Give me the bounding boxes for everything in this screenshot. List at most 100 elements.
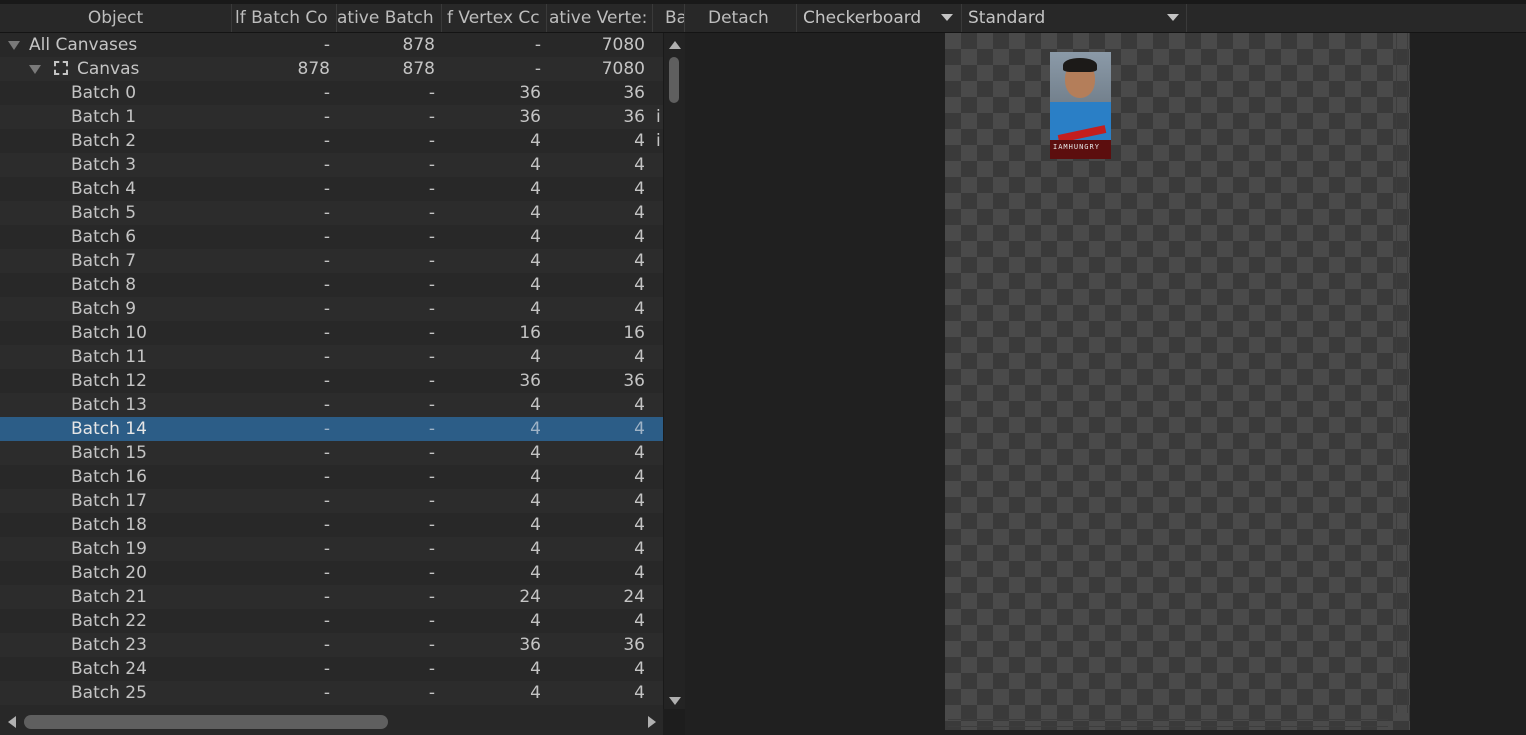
- column-header-self-vertex-count[interactable]: f Vertex Cc: [442, 4, 547, 32]
- row-name: Batch 14: [71, 419, 147, 439]
- batch-clip-value: [656, 225, 663, 249]
- tree-vertical-scrollbar[interactable]: [663, 33, 685, 709]
- self-vertex-count: 4: [530, 659, 541, 679]
- preview-horizontal-scrollbar[interactable]: [948, 719, 1388, 727]
- batch-clip-value: [656, 249, 663, 273]
- tree-row-batch[interactable]: Batch 10 - - 16 16: [0, 321, 663, 345]
- cumulative-vertex-count: 4: [634, 491, 645, 511]
- tree-row-batch[interactable]: Batch 25 - - 4 4: [0, 681, 663, 705]
- cumulative-vertex-count: 36: [623, 107, 645, 127]
- batch-clip-value: [656, 489, 663, 513]
- column-header-cumulative-batch-count[interactable]: ative Batch: [337, 4, 442, 32]
- tree-row-batch[interactable]: Batch 19 - - 4 4: [0, 537, 663, 561]
- row-name: Batch 24: [71, 659, 147, 679]
- cumulative-batch-count: -: [428, 323, 435, 343]
- cumulative-batch-count: -: [428, 371, 435, 391]
- foldout-expanded-icon[interactable]: [29, 65, 41, 74]
- tree-row-batch[interactable]: Batch 1 - - 36 36 i: [0, 105, 663, 129]
- tree-row-batch[interactable]: Batch 3 - - 4 4: [0, 153, 663, 177]
- batch-clip-value: [656, 369, 663, 393]
- tree-row-batch[interactable]: Batch 11 - - 4 4: [0, 345, 663, 369]
- detach-button[interactable]: Detach: [685, 4, 797, 32]
- self-batch-count: -: [323, 371, 330, 391]
- column-header-object[interactable]: Object: [0, 4, 232, 32]
- self-batch-count: -: [323, 323, 330, 343]
- self-batch-count: -: [323, 83, 330, 103]
- cumulative-vertex-count: 4: [634, 155, 645, 175]
- cumulative-vertex-count: 4: [634, 227, 645, 247]
- cumulative-vertex-count: 4: [634, 539, 645, 559]
- tree-row-batch[interactable]: Batch 7 - - 4 4: [0, 249, 663, 273]
- tree-row-batch[interactable]: Batch 16 - - 4 4: [0, 465, 663, 489]
- tree-row-batch[interactable]: Batch 5 - - 4 4: [0, 201, 663, 225]
- row-name: Batch 13: [71, 395, 147, 415]
- tree-row-batch[interactable]: Batch 20 - - 4 4: [0, 561, 663, 585]
- tree-row-batch[interactable]: Batch 24 - - 4 4: [0, 657, 663, 681]
- tree-row-batch[interactable]: Batch 21 - - 24 24: [0, 585, 663, 609]
- row-name: Batch 1: [71, 107, 137, 127]
- cumulative-batch-count: -: [428, 515, 435, 535]
- cumulative-batch-count: -: [428, 611, 435, 631]
- cumulative-batch-count: -: [428, 683, 435, 703]
- tree-row-batch[interactable]: Batch 14 - - 4 4: [0, 417, 663, 441]
- cumulative-vertex-count: 4: [634, 299, 645, 319]
- self-batch-count: -: [323, 131, 330, 151]
- scroll-up-arrow-icon[interactable]: [669, 41, 681, 49]
- checkerboard-preview[interactable]: [945, 33, 1410, 730]
- tree-row-all-canvases[interactable]: All Canvases - 878 - 7080: [0, 33, 663, 57]
- tree-row-batch[interactable]: Batch 13 - - 4 4: [0, 393, 663, 417]
- tree-row-batch[interactable]: Batch 22 - - 4 4: [0, 609, 663, 633]
- foldout-expanded-icon[interactable]: [8, 41, 20, 50]
- tree-row-batch[interactable]: Batch 0 - - 36 36: [0, 81, 663, 105]
- row-name: Batch 9: [71, 299, 137, 319]
- scroll-right-arrow-icon[interactable]: [648, 716, 656, 728]
- self-batch-count: -: [323, 275, 330, 295]
- batch-clip-value: [656, 465, 663, 489]
- tree-horizontal-scrollbar[interactable]: [0, 709, 663, 735]
- row-name: Batch 4: [71, 179, 137, 199]
- tree-row-batch[interactable]: Batch 15 - - 4 4: [0, 441, 663, 465]
- tree-row-batch[interactable]: Batch 9 - - 4 4: [0, 297, 663, 321]
- row-name: Batch 25: [71, 683, 147, 703]
- cumulative-vertex-count: 4: [634, 515, 645, 535]
- cumulative-vertex-count: 7080: [601, 59, 645, 79]
- tree-row-canvas[interactable]: Canvas 878 878 - 7080: [0, 57, 663, 81]
- self-vertex-count: -: [534, 59, 541, 79]
- column-header-self-batch-count[interactable]: lf Batch Co: [232, 4, 337, 32]
- batch-clip-value: [656, 513, 663, 537]
- batch-clip-value: [656, 153, 663, 177]
- tree-row-batch[interactable]: Batch 18 - - 4 4: [0, 513, 663, 537]
- tree-row-batch[interactable]: Batch 2--44i: [0, 129, 663, 153]
- scroll-down-arrow-icon[interactable]: [669, 697, 681, 705]
- column-header-cumulative-vertex-count[interactable]: ative Verte:: [547, 4, 653, 32]
- self-vertex-count: 36: [519, 635, 541, 655]
- self-batch-count: -: [323, 491, 330, 511]
- self-batch-count: -: [323, 587, 330, 607]
- row-name: All Canvases: [29, 35, 138, 55]
- vertical-scroll-thumb[interactable]: [669, 57, 679, 103]
- cumulative-vertex-count: 4: [634, 419, 645, 439]
- scroll-left-arrow-icon[interactable]: [8, 716, 16, 728]
- tree-row-batch[interactable]: Batch 17 - - 4 4: [0, 489, 663, 513]
- canvas-batch-tree[interactable]: All Canvases - 878 - 7080 Canvas 878 878…: [0, 33, 663, 709]
- preview-vertical-scrollbar[interactable]: [1396, 33, 1408, 713]
- row-name: Batch 2: [71, 131, 137, 151]
- rect-transform-icon: [54, 61, 68, 75]
- cumulative-vertex-count: 4: [634, 275, 645, 295]
- horizontal-scroll-thumb[interactable]: [24, 715, 388, 729]
- background-mode-dropdown[interactable]: Checkerboard: [797, 4, 962, 32]
- tree-row-batch[interactable]: Batch 4 - - 4 4: [0, 177, 663, 201]
- tree-row-batch[interactable]: Batch 6 - - 4 4: [0, 225, 663, 249]
- cumulative-vertex-count: 4: [634, 443, 645, 463]
- tree-row-batch[interactable]: Batch 8 - - 4 4: [0, 273, 663, 297]
- tree-row-batch[interactable]: Batch 12 - - 36 36: [0, 369, 663, 393]
- self-batch-count: -: [323, 563, 330, 583]
- row-name: Batch 7: [71, 251, 137, 271]
- batch-clip-value: [656, 177, 663, 201]
- tree-row-batch[interactable]: Batch 23 - - 36 36: [0, 633, 663, 657]
- cumulative-vertex-count: 4: [634, 179, 645, 199]
- background-mode-value: Checkerboard: [803, 8, 922, 28]
- batch-clip-value: [656, 297, 663, 321]
- shader-mode-dropdown[interactable]: Standard: [962, 4, 1187, 32]
- column-header-batch-clip[interactable]: Ba: [653, 4, 685, 32]
